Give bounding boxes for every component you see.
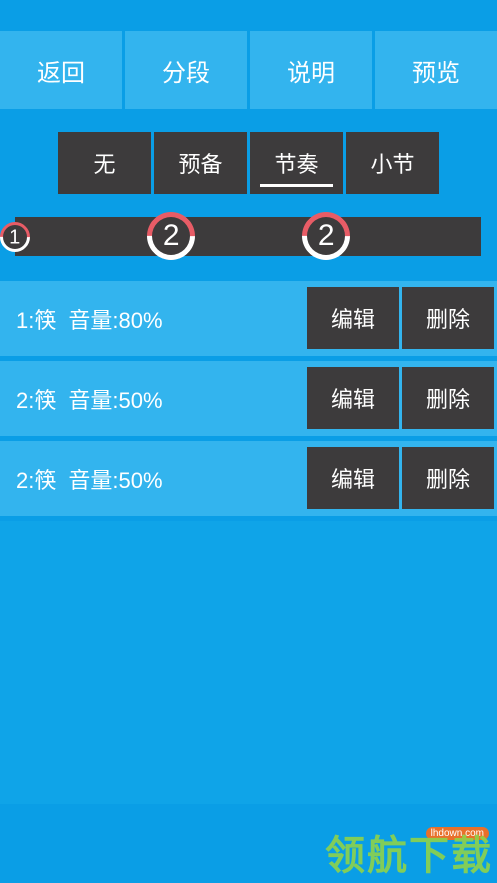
empty-content-area (0, 521, 497, 804)
watermark-logo: lhdown.com 领航下载 (313, 827, 493, 881)
row-actions: 编辑 删除 (307, 287, 494, 349)
timeline-marker-label: 2 (162, 219, 180, 252)
beat-sound: 1:筷 (16, 307, 57, 333)
delete-button[interactable]: 删除 (402, 447, 494, 509)
list-item: 1:筷 音量:80% 编辑 删除 (0, 281, 497, 356)
list-item-label: 2:筷 音量:50% (16, 441, 163, 516)
help-button[interactable]: 说明 (250, 31, 372, 109)
row-actions: 编辑 删除 (307, 367, 494, 429)
edit-button[interactable]: 编辑 (307, 367, 399, 429)
beat-volume: 音量:50% (68, 467, 163, 493)
timeline-track[interactable]: 1 2 2 (0, 202, 481, 270)
delete-button[interactable]: 删除 (402, 287, 494, 349)
beat-volume: 音量:50% (68, 387, 163, 413)
beat-list: 1:筷 音量:80% 编辑 删除 2:筷 音量:50% 编辑 删除 2:筷 音量… (0, 281, 497, 521)
list-item: 2:筷 音量:50% 编辑 删除 (0, 361, 497, 436)
timeline-marker-label: 1 (9, 226, 21, 248)
back-button[interactable]: 返回 (0, 31, 122, 109)
timeline-marker[interactable]: 2 (292, 202, 360, 270)
timeline-marker[interactable]: 1 (0, 215, 37, 259)
watermark-text: 领航下载 (325, 833, 493, 879)
beat-sound: 2:筷 (16, 467, 57, 493)
edit-button[interactable]: 编辑 (307, 447, 399, 509)
edit-button[interactable]: 编辑 (307, 287, 399, 349)
beat-sound: 2:筷 (16, 387, 57, 413)
delete-button[interactable]: 删除 (402, 367, 494, 429)
tab-rhythm[interactable]: 节奏 (250, 132, 343, 194)
tab-prepare[interactable]: 预备 (154, 132, 247, 194)
mode-tabs: 无 预备 节奏 小节 (58, 132, 439, 194)
tab-none[interactable]: 无 (58, 132, 151, 194)
preview-button[interactable]: 预览 (375, 31, 497, 109)
list-item: 2:筷 音量:50% 编辑 删除 (0, 441, 497, 516)
beat-volume: 音量:80% (68, 307, 163, 333)
segment-button[interactable]: 分段 (125, 31, 247, 109)
row-actions: 编辑 删除 (307, 447, 494, 509)
list-item-label: 1:筷 音量:80% (16, 281, 163, 356)
tab-measure[interactable]: 小节 (346, 132, 439, 194)
timeline-marker[interactable]: 2 (137, 202, 205, 270)
timeline-marker-label: 2 (317, 219, 335, 252)
list-item-label: 2:筷 音量:50% (16, 361, 163, 436)
top-nav-bar: 返回 分段 说明 预览 (0, 31, 497, 109)
